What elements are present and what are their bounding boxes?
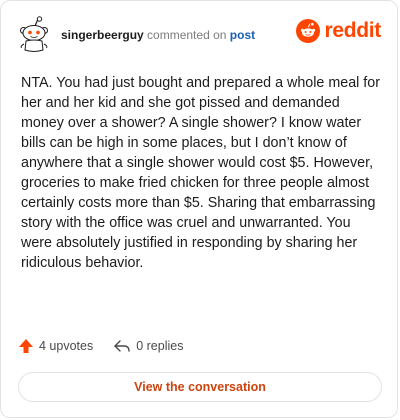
snoo-avatar-icon[interactable] [17, 16, 51, 54]
reddit-brand[interactable]: reddit [296, 19, 381, 43]
comment-embed-card: singerbeerguy commented on post reddit N… [0, 0, 398, 418]
reply-arrow-icon [114, 340, 130, 352]
comment-meta: singerbeerguy commented on post [61, 28, 255, 42]
comment-header: singerbeerguy commented on post [17, 15, 255, 55]
reddit-logo-icon [296, 19, 321, 43]
meta-verb: commented on [147, 28, 227, 42]
comment-body: NTA. You had just bought and prepared a … [21, 75, 380, 271]
post-link[interactable]: post [230, 28, 255, 42]
upvote-button[interactable]: 4 upvotes [18, 338, 93, 354]
reddit-wordmark: reddit [324, 19, 381, 42]
reply-count: 0 replies [136, 339, 184, 353]
view-conversation-button[interactable]: View the conversation [18, 372, 382, 402]
upvote-count: 4 upvotes [39, 339, 94, 353]
upvote-arrow-icon [19, 339, 33, 353]
reply-button[interactable]: 0 replies [113, 338, 183, 354]
username-link[interactable]: singerbeerguy [61, 28, 144, 42]
comment-actions: 4 upvotes 0 replies [18, 338, 183, 354]
